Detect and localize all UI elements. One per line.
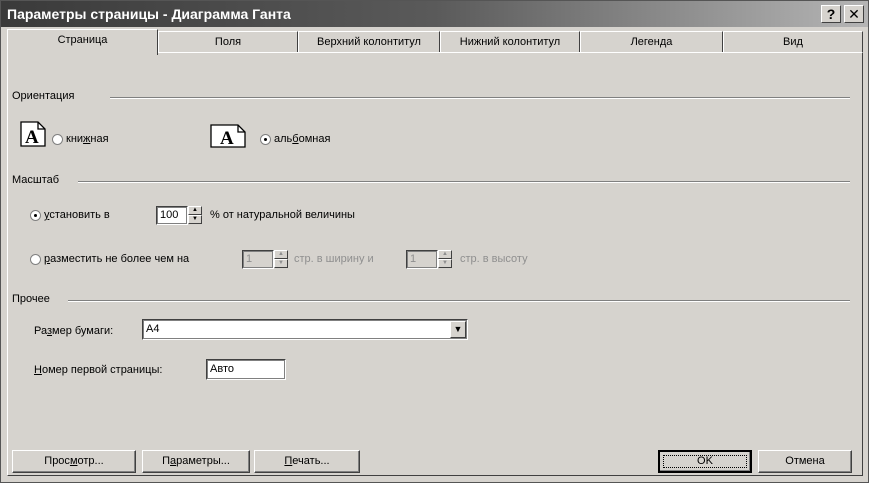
group-divider	[68, 300, 850, 302]
chevron-down-icon[interactable]: ▼	[450, 321, 466, 338]
close-button[interactable]: ✕	[844, 5, 864, 23]
title-bar[interactable]: Параметры страницы - Диаграмма Ганта ? ✕	[1, 1, 868, 27]
ok-button[interactable]: OK	[658, 450, 752, 473]
group-divider	[78, 181, 850, 183]
tab-label: Верхний колонтитул	[317, 36, 421, 48]
tab-label: Страница	[57, 34, 108, 46]
group-divider	[110, 97, 850, 99]
tab-legend[interactable]: Легенда	[580, 31, 723, 53]
tab-label: Вид	[783, 36, 803, 48]
orientation-group-title: Ориентация	[12, 90, 79, 102]
spin-up-icon[interactable]: ▲	[438, 250, 452, 259]
tab-label: Поля	[214, 36, 242, 48]
landscape-page-icon: A	[210, 124, 246, 148]
print-preview-button[interactable]: Просмотр...	[12, 450, 136, 473]
fit-wide-field[interactable]: 1	[242, 250, 274, 269]
paper-size-value: A4	[146, 323, 160, 335]
tab-panel-page: Ориентация A книжная A альбомная Масштаб…	[7, 52, 863, 476]
help-button[interactable]: ?	[821, 5, 841, 23]
portrait-radio[interactable]	[52, 134, 63, 145]
fit-to-label[interactable]: разместить не более чем на	[44, 253, 189, 265]
tab-label: Легенда	[630, 36, 673, 48]
first-page-number-field[interactable]: Авто	[206, 359, 286, 380]
fit-tall-spinner[interactable]: ▲ ▼	[438, 250, 452, 269]
page-setup-dialog: Параметры страницы - Диаграмма Ганта ? ✕…	[0, 0, 869, 483]
close-icon: ✕	[848, 6, 860, 22]
fit-wide-suffix: стр. в ширину и	[294, 253, 374, 265]
help-icon: ?	[826, 6, 836, 22]
svg-text:A: A	[220, 128, 234, 148]
adjust-to-label[interactable]: установить в	[44, 209, 110, 221]
spin-down-icon[interactable]: ▼	[188, 215, 202, 224]
landscape-label[interactable]: альбомная	[274, 133, 330, 145]
portrait-page-icon: A	[20, 121, 46, 147]
spin-up-icon[interactable]: ▲	[188, 206, 202, 215]
scale-percent-spinner[interactable]: ▲ ▼	[188, 206, 202, 225]
adjust-to-radio[interactable]	[30, 210, 41, 221]
fit-tall-field[interactable]: 1	[406, 250, 438, 269]
fit-wide-spinner[interactable]: ▲ ▼	[274, 250, 288, 269]
paper-size-select[interactable]: A4 ▼	[142, 319, 468, 340]
tab-view[interactable]: Вид	[723, 31, 863, 53]
tab-strip: Страница Поля Верхний колонтитул Нижний …	[7, 29, 863, 55]
tab-page[interactable]: Страница	[7, 29, 158, 55]
paper-size-label: Размер бумаги:	[34, 325, 114, 337]
print-button[interactable]: Печать...	[254, 450, 360, 473]
first-page-number-label: Номер первой страницы:	[34, 364, 163, 376]
spin-up-icon[interactable]: ▲	[274, 250, 288, 259]
cancel-button[interactable]: Отмена	[758, 450, 852, 473]
options-button[interactable]: Параметры...	[142, 450, 250, 473]
scale-group-title: Масштаб	[12, 174, 64, 186]
spin-down-icon[interactable]: ▼	[438, 259, 452, 268]
tab-header[interactable]: Верхний колонтитул	[298, 31, 440, 53]
window-title: Параметры страницы - Диаграмма Ганта	[7, 6, 291, 22]
portrait-label[interactable]: книжная	[66, 133, 109, 145]
tab-margins[interactable]: Поля	[158, 31, 298, 53]
other-group-title: Прочее	[12, 293, 54, 305]
scale-percent-suffix: % от натуральной величины	[210, 209, 355, 221]
fit-to-radio[interactable]	[30, 254, 41, 265]
tab-footer[interactable]: Нижний колонтитул	[440, 31, 580, 53]
tab-label: Нижний колонтитул	[459, 36, 561, 48]
svg-text:A: A	[25, 127, 39, 147]
scale-percent-field[interactable]: 100	[156, 206, 188, 225]
fit-tall-suffix: стр. в высоту	[460, 253, 528, 265]
landscape-radio[interactable]	[260, 134, 271, 145]
spin-down-icon[interactable]: ▼	[274, 259, 288, 268]
